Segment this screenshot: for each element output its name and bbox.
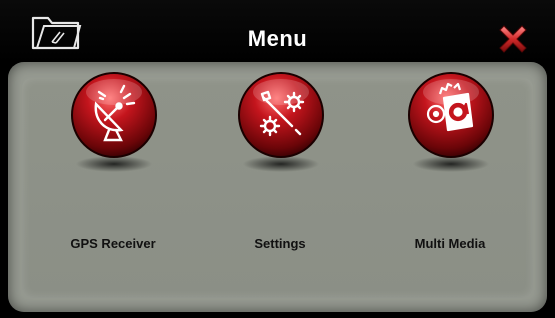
satellite-dish-icon [71, 72, 157, 172]
close-button[interactable] [496, 22, 530, 56]
gps-menu-screen: Menu GPS Receiver Settings Multi Media [0, 0, 555, 318]
close-x-icon [499, 25, 527, 53]
header-bar: Menu [0, 0, 555, 62]
multi-media-label: Multi Media [414, 236, 486, 251]
page-title: Menu [247, 26, 308, 51]
gps-receiver-button[interactable]: GPS Receiver [43, 68, 183, 258]
multi-media-button[interactable]: Multi Media [380, 68, 520, 258]
settings-label: Settings [254, 236, 306, 251]
settings-button[interactable]: Settings [210, 68, 350, 258]
media-folder-icon [408, 72, 494, 172]
gps-receiver-label: GPS Receiver [70, 236, 156, 251]
wrench-gears-icon [238, 72, 324, 172]
